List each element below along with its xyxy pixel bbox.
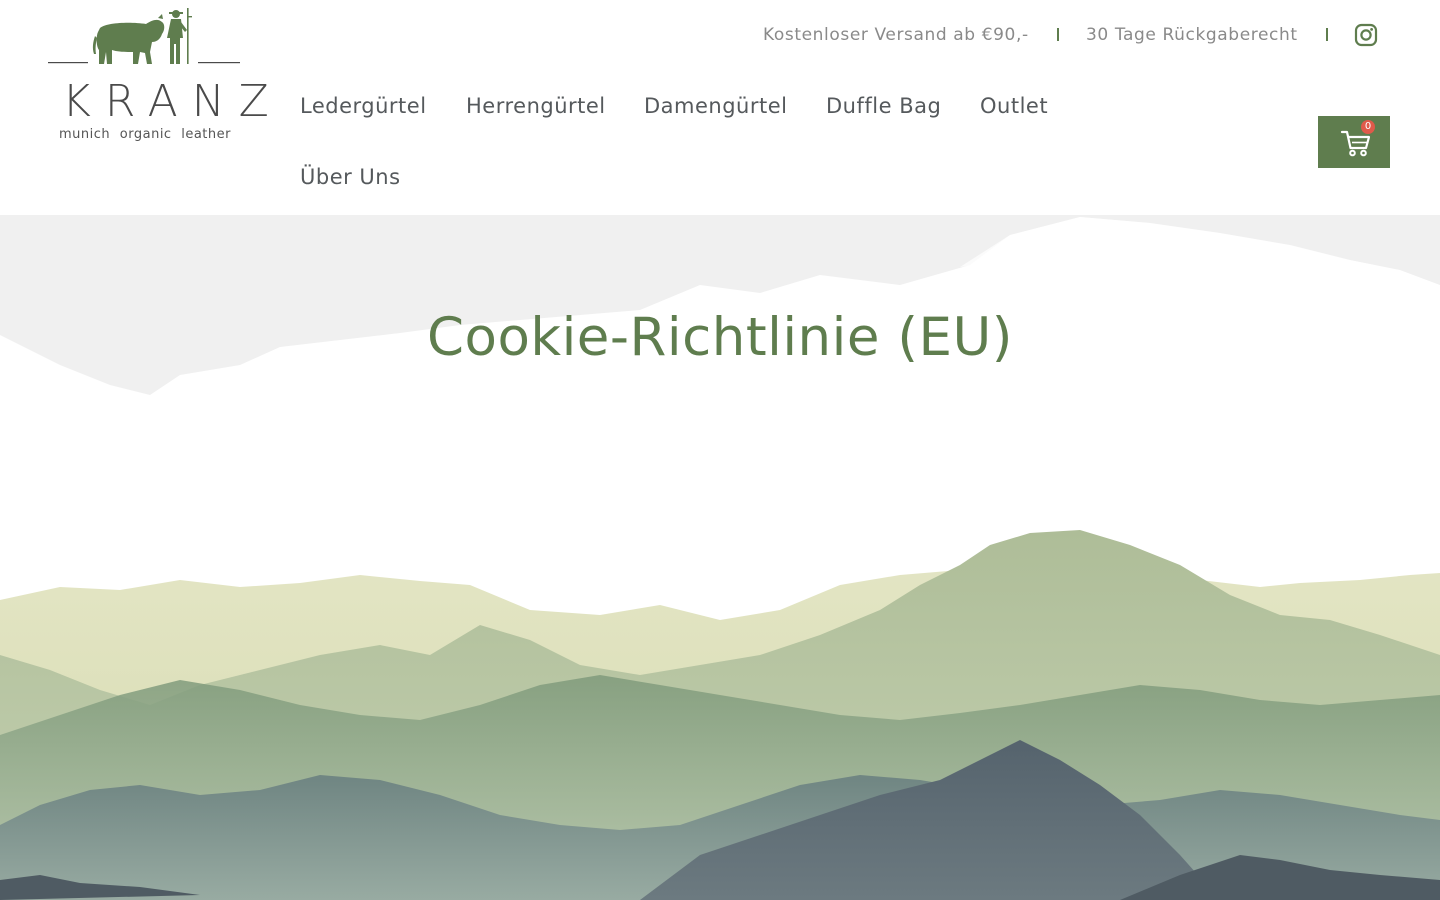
brand-tagline: munich organic leather	[59, 127, 231, 142]
topbar-divider	[1057, 28, 1059, 41]
free-shipping-notice: Kostenloser Versand ab €90,-	[763, 25, 1029, 45]
page-title: Cookie-Richtlinie (EU)	[427, 307, 1013, 368]
instagram-icon	[1354, 23, 1378, 47]
cart-count-badge: 0	[1361, 120, 1375, 134]
page: KRANZ munich organic leather Kostenloser…	[0, 0, 1440, 900]
nav-item-damengurtel[interactable]: Damengürtel	[644, 88, 788, 124]
cart-button[interactable]: 0	[1318, 116, 1390, 168]
brand-wordmark: KRANZ	[62, 76, 283, 127]
nav-item-herrengurtel[interactable]: Herrengürtel	[466, 88, 606, 124]
returns-notice: 30 Tage Rückgaberecht	[1086, 25, 1298, 45]
hero-banner: Cookie-Richtlinie (EU)	[0, 215, 1440, 900]
top-info-bar: Kostenloser Versand ab €90,- 30 Tage Rüc…	[0, 22, 1440, 48]
topbar-divider	[1326, 28, 1328, 41]
instagram-link[interactable]	[1354, 23, 1378, 47]
site-header: KRANZ munich organic leather Kostenloser…	[0, 0, 1440, 215]
nav-item-uber-uns[interactable]: Über Uns	[300, 159, 401, 195]
nav-item-ledergurtel[interactable]: Ledergürtel	[300, 88, 427, 124]
nav-item-duffle-bag[interactable]: Duffle Bag	[826, 88, 941, 124]
nav-item-outlet[interactable]: Outlet	[980, 88, 1048, 124]
main-navigation: Ledergürtel Herrengürtel Damengürtel Duf…	[300, 88, 1200, 208]
